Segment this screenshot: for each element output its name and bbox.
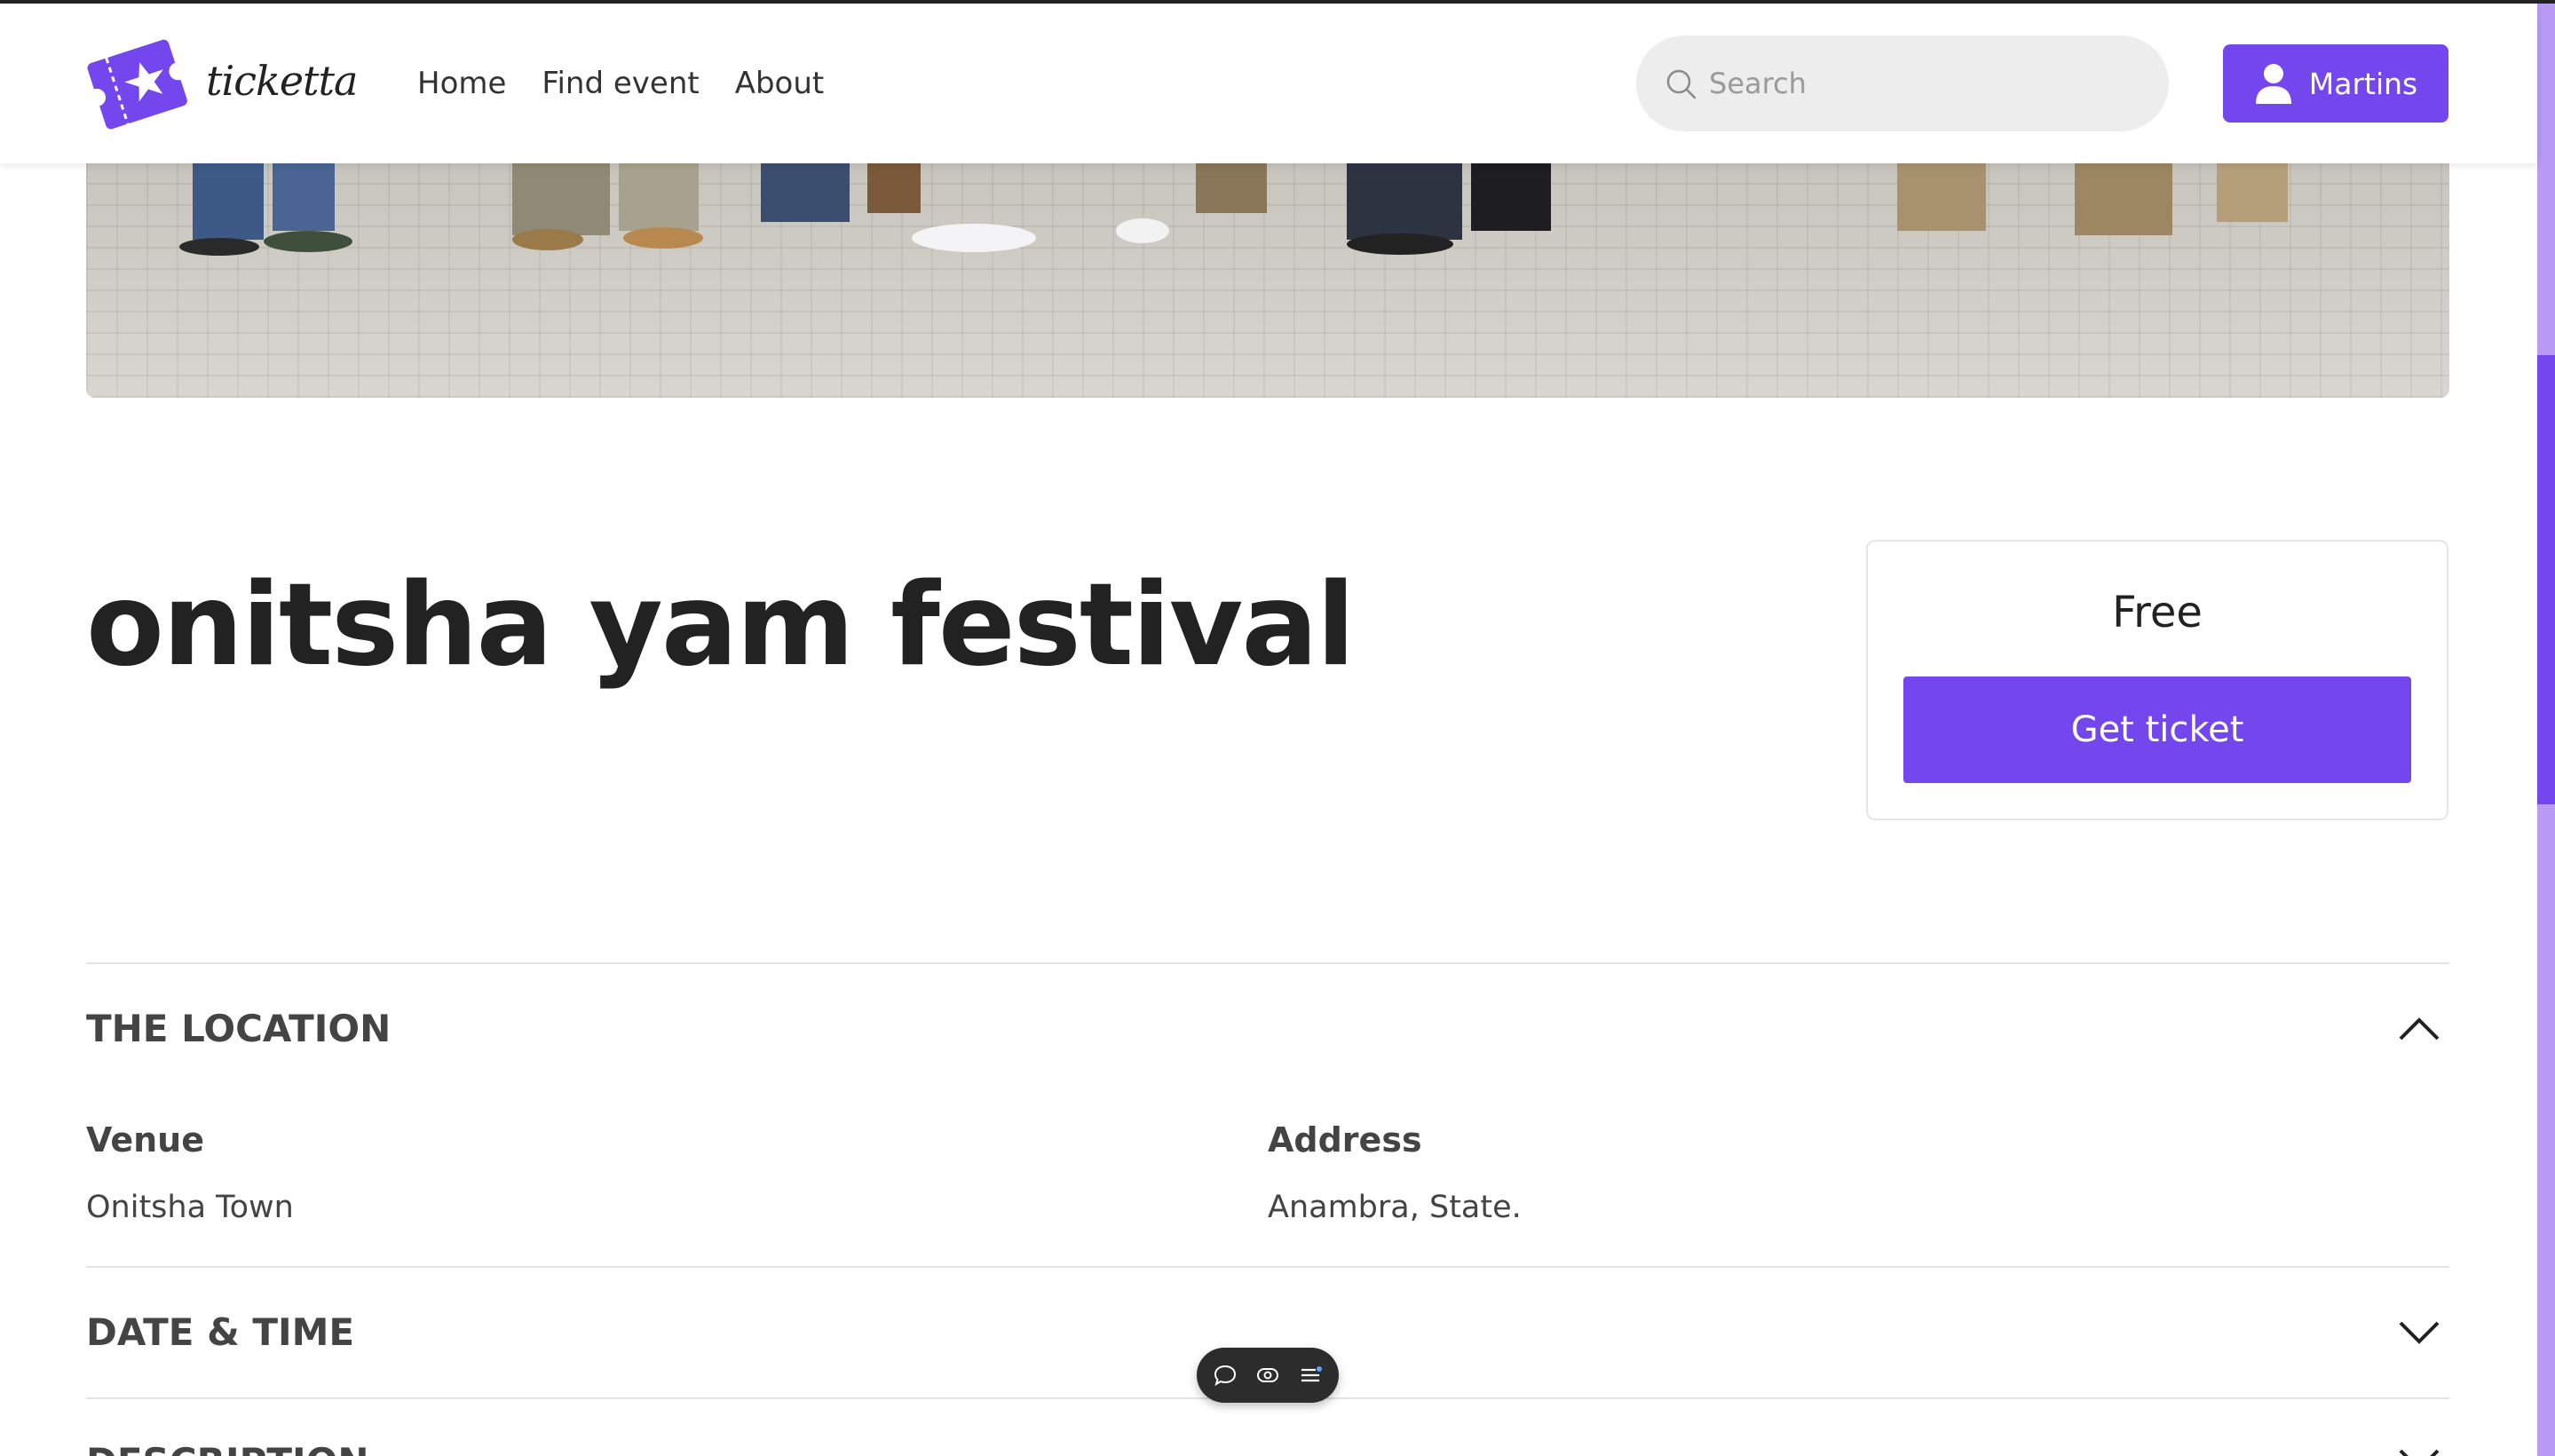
datetime-section-header[interactable]: DATE & TIME bbox=[86, 1310, 354, 1354]
list-icon[interactable] bbox=[1298, 1363, 1323, 1388]
ticket-star-logo-icon[interactable] bbox=[86, 37, 189, 133]
site-header: ticketta Home Find event About Martins bbox=[0, 4, 2537, 163]
scrollbar-thumb[interactable] bbox=[2537, 355, 2555, 804]
address-value: Anambra, State. bbox=[1268, 1190, 1522, 1225]
floating-toolbar bbox=[1197, 1348, 1339, 1403]
search-input[interactable] bbox=[1709, 36, 2144, 131]
venue-value: Onitsha Town bbox=[86, 1190, 294, 1225]
window-top-edge bbox=[0, 0, 2555, 4]
nav-about-link[interactable]: About bbox=[735, 66, 825, 101]
user-icon bbox=[2255, 64, 2291, 104]
nav-find-event-link[interactable]: Find event bbox=[542, 66, 699, 101]
location-section-header[interactable]: THE LOCATION bbox=[86, 1007, 391, 1050]
chevron-down-icon[interactable] bbox=[2397, 1319, 2441, 1346]
eye-icon[interactable] bbox=[1255, 1363, 1280, 1388]
section-divider bbox=[86, 962, 2449, 964]
chevron-down-icon[interactable] bbox=[2397, 1447, 2441, 1456]
crowd-feet-illustration bbox=[179, 160, 2288, 256]
event-page: ticketta Home Find event About Martins o… bbox=[0, 0, 2555, 1456]
section-divider bbox=[86, 1266, 2449, 1268]
description-section-header[interactable]: DESCRIPTION bbox=[86, 1440, 369, 1456]
ticket-card: Free Get ticket bbox=[1866, 540, 2448, 820]
user-menu-button[interactable]: Martins bbox=[2223, 44, 2448, 123]
chat-icon[interactable] bbox=[1213, 1363, 1238, 1388]
address-label: Address bbox=[1268, 1120, 1422, 1159]
chevron-up-icon[interactable] bbox=[2397, 1016, 2441, 1042]
ticket-price: Free bbox=[2112, 588, 2203, 637]
nav-home-link[interactable]: Home bbox=[417, 66, 506, 101]
get-ticket-button[interactable]: Get ticket bbox=[1903, 677, 2411, 783]
main-nav: Home Find event About bbox=[417, 66, 824, 101]
venue-label: Venue bbox=[86, 1120, 204, 1159]
search-icon bbox=[1666, 69, 1697, 99]
event-title: onitsha yam festival bbox=[86, 559, 1356, 692]
search-box bbox=[1636, 36, 2169, 131]
brand-name[interactable]: ticketta bbox=[206, 57, 358, 105]
user-name: Martins bbox=[2308, 66, 2418, 101]
